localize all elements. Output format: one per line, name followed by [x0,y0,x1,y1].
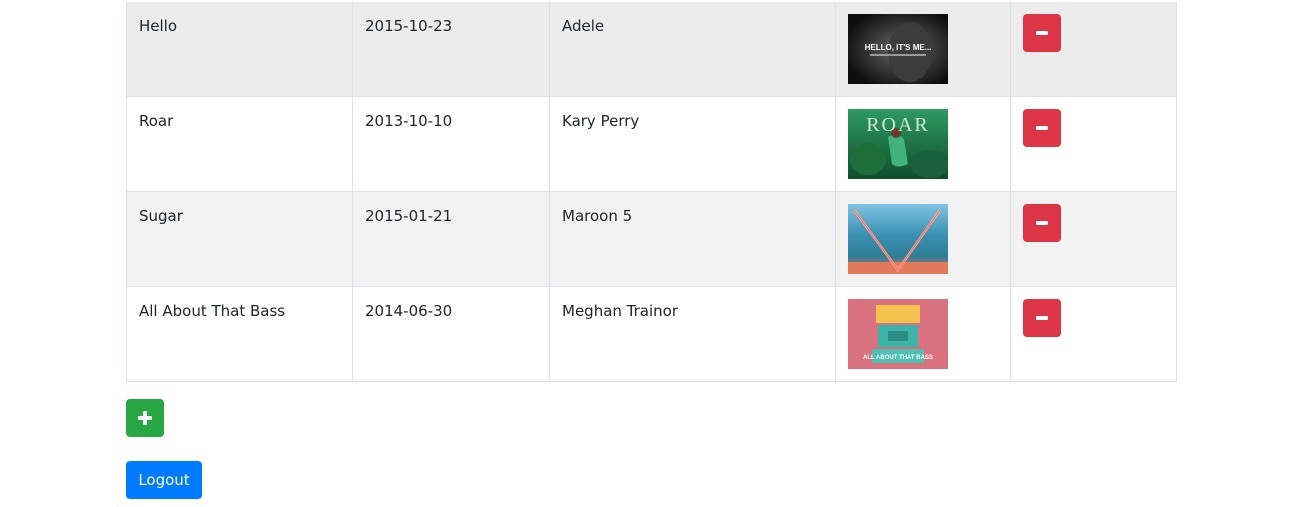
cover-cell: HELLO, IT'S ME... [835,2,1011,97]
song-release-date: 2014-06-30 [352,286,550,382]
cover-cell: ALL ABOUT THAT BASS [835,286,1011,382]
song-release-date: 2015-10-23 [352,2,550,97]
album-cover-image: ROAR [848,109,948,179]
album-cover-image [848,204,948,274]
cover-caption: ALL ABOUT THAT BASS [863,355,933,361]
delete-song-button[interactable] [1023,14,1061,52]
add-song-button[interactable] [126,399,164,437]
minus-icon [1036,126,1048,130]
table-row: Hello 2015-10-23 Adele HELLO, IT'S ME... [126,2,1177,97]
table-row: All About That Bass 2014-06-30 Meghan Tr… [126,286,1177,382]
songs-table: Hello 2015-10-23 Adele HELLO, IT'S ME...… [126,2,1177,382]
song-artist: Maroon 5 [549,191,836,287]
actions-cell [1010,191,1177,287]
cover-caption: HELLO, IT'S ME... [865,43,932,52]
delete-song-button[interactable] [1023,109,1061,147]
minus-icon [1036,31,1048,35]
cover-caption: ROAR [866,114,930,136]
song-artist: Kary Perry [549,96,836,192]
album-cover-image: HELLO, IT'S ME... [848,14,948,84]
song-title: Hello [126,2,353,97]
song-title: Sugar [126,191,353,287]
song-release-date: 2013-10-10 [352,96,550,192]
delete-song-button[interactable] [1023,299,1061,337]
plus-icon-stroke [143,411,147,425]
table-row: Sugar 2015-01-21 Maroon 5 [126,191,1177,287]
songs-container: Hello 2015-10-23 Adele HELLO, IT'S ME...… [126,0,1177,499]
table-row: Roar 2013-10-10 Kary Perry ROAR [126,96,1177,192]
song-artist: Adele [549,2,836,97]
minus-icon [1036,221,1048,225]
cover-cell [835,191,1011,287]
song-artist: Meghan Trainor [549,286,836,382]
album-cover-image: ALL ABOUT THAT BASS [848,299,948,369]
actions-cell [1010,96,1177,192]
actions-cell [1010,286,1177,382]
logout-button[interactable]: Logout [126,461,202,499]
minus-icon [1036,316,1048,320]
cover-cell: ROAR [835,96,1011,192]
actions-cell [1010,2,1177,97]
delete-song-button[interactable] [1023,204,1061,242]
song-title: Roar [126,96,353,192]
song-title: All About That Bass [126,286,353,382]
song-release-date: 2015-01-21 [352,191,550,287]
